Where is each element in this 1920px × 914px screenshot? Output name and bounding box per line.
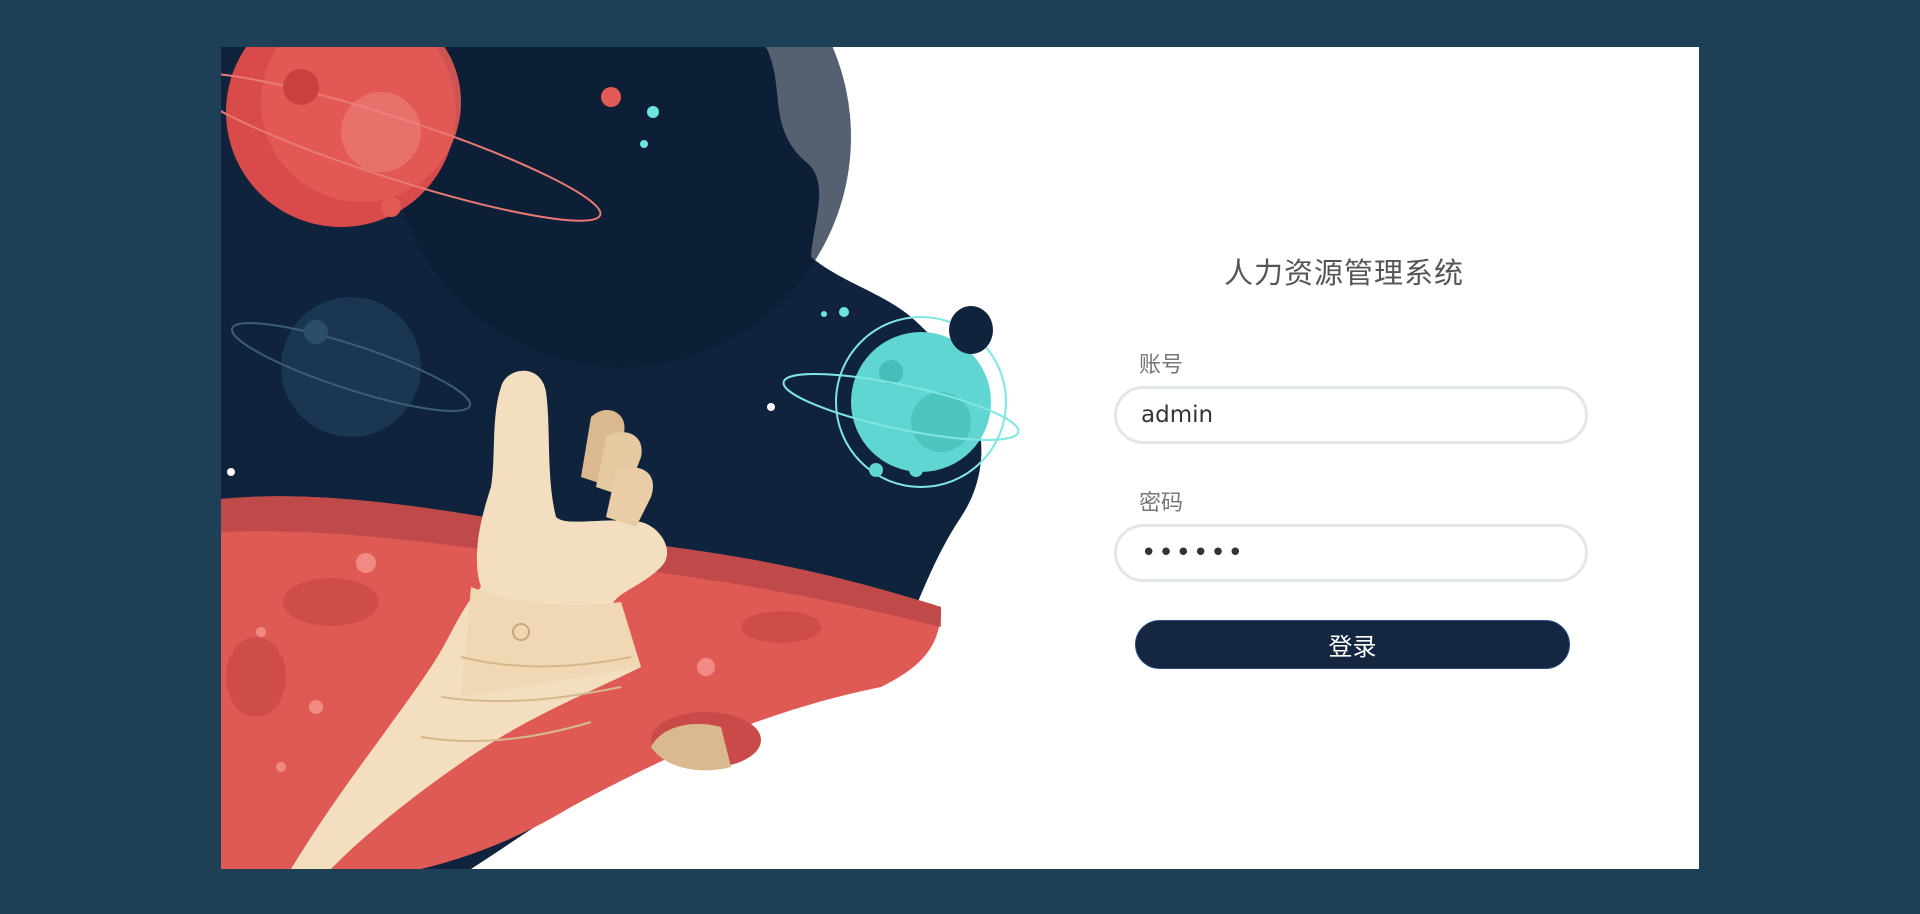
password-input[interactable] xyxy=(1114,524,1588,582)
page-title: 人力资源管理系统 xyxy=(1223,256,1464,290)
login-button[interactable]: 登录 xyxy=(1135,620,1570,669)
login-card: 人力资源管理系统 账号 密码 登录 xyxy=(221,47,1699,869)
red-moon-chunk xyxy=(651,712,761,771)
login-form: 人力资源管理系统 账号 密码 登录 xyxy=(1114,47,1604,869)
account-label: 账号 xyxy=(1139,353,1184,378)
account-input[interactable] xyxy=(1114,386,1588,444)
space-illustration xyxy=(221,47,1020,869)
password-label: 密码 xyxy=(1139,491,1184,516)
small-dark-moon xyxy=(949,306,993,354)
